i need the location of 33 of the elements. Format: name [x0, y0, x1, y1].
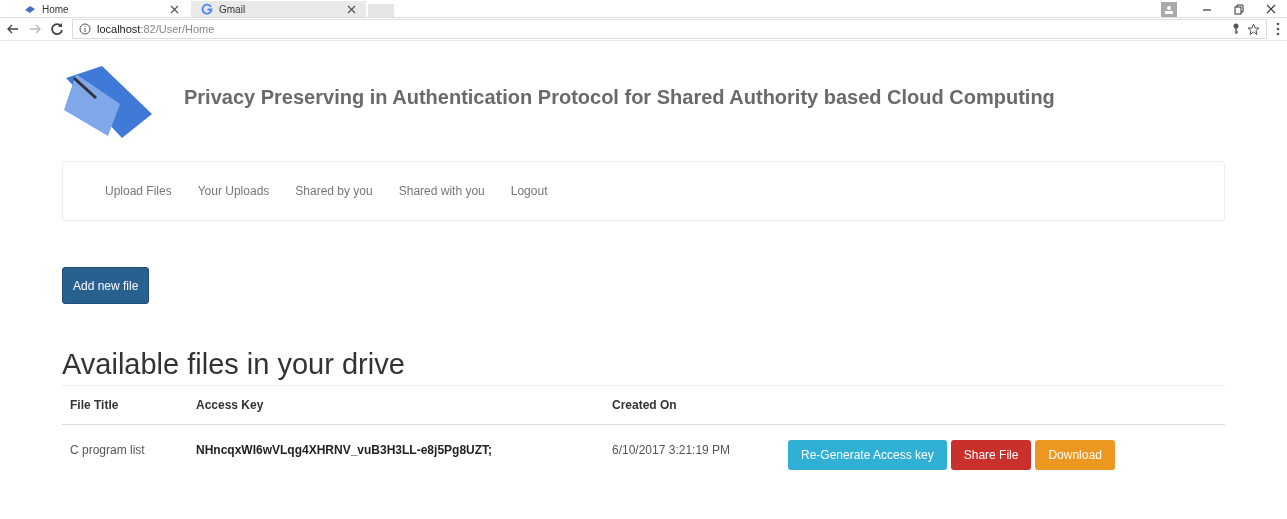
site-title: Privacy Preserving in Authentication Protocol for Shared Authority based Cloud Computing — [184, 85, 1055, 109]
add-file-button[interactable]: Add new file — [62, 267, 150, 304]
close-icon[interactable] — [170, 4, 179, 14]
restore-icon[interactable] — [1233, 3, 1245, 15]
nav-link[interactable]: Shared with you — [398, 184, 485, 198]
nav-link[interactable]: Shared by you — [295, 184, 373, 198]
tab-title: Gmail — [219, 3, 247, 15]
key-icon[interactable] — [1231, 23, 1241, 35]
nav-link[interactable]: Your Uploads — [197, 184, 270, 198]
folder-logo-icon — [62, 64, 154, 140]
close-icon[interactable] — [1265, 3, 1277, 15]
table-cell: NHncqxWI6wVLqg4XHRNV_vuB3H3LL-e8j5Pg8UZT; — [188, 424, 604, 475]
section-heading: Available files in your drive — [62, 348, 406, 381]
column-header: File Title — [62, 385, 188, 425]
close-icon[interactable] — [347, 4, 356, 14]
table-cell: 6/10/2017 3:21:19 PM — [604, 424, 780, 475]
star-icon[interactable] — [1247, 22, 1260, 36]
back-icon[interactable] — [6, 22, 20, 36]
address-field[interactable]: localhost:82/User/Home — [72, 19, 1267, 39]
nav-link[interactable]: Logout — [510, 184, 548, 198]
action-button[interactable]: Re-Generate Access key — [788, 440, 947, 470]
column-header: Access Key — [188, 385, 604, 425]
info-icon — [79, 23, 91, 35]
g-logo-icon — [201, 3, 213, 15]
action-button[interactable]: Share File — [950, 440, 1032, 470]
page-favicon-icon — [24, 3, 36, 15]
browser-tab[interactable]: Gmail — [191, 1, 366, 17]
reload-icon[interactable] — [50, 22, 64, 36]
menu-icon[interactable] — [1275, 22, 1281, 36]
column-header: Created On — [604, 385, 780, 425]
nav-link[interactable]: Upload Files — [105, 184, 172, 198]
table-cell: C program list — [62, 424, 188, 475]
tab-title: Home — [42, 3, 70, 15]
